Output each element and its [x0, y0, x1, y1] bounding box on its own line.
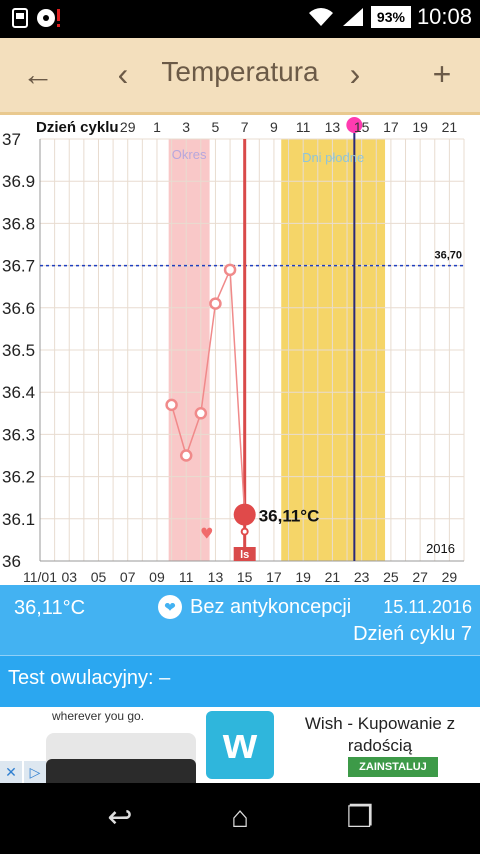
wish-logo-icon: w — [206, 711, 274, 779]
current-temperature-point — [233, 503, 256, 526]
fertile-band-label: Dni płodne — [302, 150, 364, 165]
y-tick-label: 36.5 — [2, 341, 35, 360]
cycle-tick-label: 29 — [120, 119, 136, 135]
contraception-label: Bez antykoncepcji — [190, 595, 352, 618]
adchoices-icon[interactable]: ▷ — [24, 761, 46, 783]
ad-title: Wish - Kupowanie z radością — [304, 714, 456, 755]
cycle-tick-label: 5 — [212, 119, 220, 135]
system-nav-bar: ↩ ⌂ ❐ — [0, 783, 480, 854]
temperature-point — [179, 449, 193, 462]
date-tick-label: 09 — [149, 569, 165, 585]
cycle-tick-label: 3 — [182, 119, 190, 135]
notification-icons — [12, 7, 62, 29]
date-tick-label: 07 — [120, 569, 136, 585]
y-tick-label: 36.7 — [2, 257, 35, 276]
temperature-point — [223, 263, 237, 277]
date-tick-label: 17 — [266, 569, 282, 585]
y-tick-label: 36.6 — [2, 299, 35, 318]
date-tick-label: 19 — [295, 569, 311, 585]
cycle-tick-label: 9 — [270, 119, 278, 135]
reference-line-label: 36,70 — [434, 250, 462, 262]
y-tick-label: 36.8 — [2, 214, 35, 233]
contraception-status[interactable]: ❤ Bez antykoncepcji — [158, 595, 351, 619]
date-tick-label: 11/01 — [23, 569, 57, 585]
date-tick-label: 15 — [237, 569, 253, 585]
cycle-tick-label: 21 — [442, 119, 458, 135]
nav-home-icon[interactable]: ⌂ — [210, 801, 270, 835]
cycle-tick-label: 7 — [241, 119, 249, 135]
y-tick-label: 36.3 — [2, 425, 35, 444]
add-icon[interactable]: + — [422, 54, 462, 94]
period-band-label: Okres — [172, 147, 207, 162]
date-tick-label: 11 — [179, 569, 194, 585]
previous-chevron-icon[interactable]: ‹ — [108, 54, 138, 94]
heart-icon: ❤ — [158, 595, 182, 619]
date-tick-label: 27 — [412, 569, 428, 585]
toolbar: ← ‹ Temperatura › + — [0, 38, 480, 115]
ovulation-test-row[interactable]: Test owulacyjny: – — [0, 655, 480, 707]
page-title: Temperatura — [161, 56, 319, 87]
year-label: 2016 — [426, 541, 455, 556]
close-ad-icon[interactable]: ✕ — [0, 761, 22, 783]
date-tick-label: 21 — [325, 569, 341, 585]
temperature-point — [165, 398, 178, 412]
next-chevron-icon[interactable]: › — [340, 54, 370, 94]
install-button[interactable]: ZAINSTALUJ — [348, 757, 438, 777]
temperature-point — [209, 297, 222, 310]
day-info-panel[interactable]: 36,11°C ❤ Bez antykoncepcji 15.11.2016 D… — [0, 585, 480, 655]
ad-tagline: wherever you go. — [52, 709, 145, 723]
temperature-chart[interactable]: Okres Dni płodne 37 36.9 36.8 36.7 36.6 36.5 36.… — [0, 115, 480, 585]
back-arrow-icon[interactable]: ← — [18, 54, 58, 94]
temperature-point — [194, 407, 208, 420]
nav-recents-icon[interactable]: ❐ — [330, 801, 390, 835]
app-notification-icon — [12, 8, 28, 28]
clock: 10:08 — [416, 4, 472, 29]
cycle-tick-label: 13 — [325, 119, 341, 135]
date-tick-label: 05 — [91, 569, 107, 585]
selected-temperature: 36,11°C — [14, 597, 86, 619]
status-bar: 93% 10:08 — [0, 0, 480, 38]
ad-device-image — [46, 733, 196, 783]
date-tick-label: 03 — [61, 569, 77, 585]
current-temperature-label: 36,11°C — [259, 507, 320, 526]
date-tick-label: 23 — [354, 569, 370, 585]
cycle-tick-label: 17 — [383, 119, 399, 135]
heart-icon: ♥ — [200, 525, 213, 543]
chart-svg[interactable]: Okres Dni płodne3736.936.836.736.636.536.… — [0, 115, 480, 585]
intercourse-marker-label: ls — [240, 549, 249, 561]
ad-choices[interactable]: ✕ ▷ — [0, 761, 46, 783]
y-tick-label: 36 — [2, 552, 21, 571]
cycle-tick-label: 15 — [354, 119, 370, 135]
secondary-point — [240, 527, 249, 536]
y-tick-label: 36.4 — [2, 383, 35, 402]
date-tick-label: 29 — [442, 569, 458, 585]
battery-icon: 93% — [370, 6, 411, 28]
y-tick-label: 36.1 — [2, 510, 35, 529]
cycle-tick-label: 11 — [296, 119, 311, 135]
cycle-day-axis-label: Dzień cyklu — [36, 119, 119, 136]
cycle-day: Dzień cyklu 7 — [353, 623, 472, 645]
selected-date: 15.11.2016 — [383, 597, 472, 617]
signal-icon — [342, 8, 363, 26]
alert-icon — [37, 9, 60, 27]
y-tick-label: 36.2 — [2, 468, 35, 487]
ovulation-test-label: Test owulacyjny: – — [8, 667, 171, 689]
ad-banner[interactable]: wherever you go. w Wish - Kupowanie z ra… — [0, 707, 480, 783]
y-tick-label: 36.9 — [2, 172, 35, 191]
cycle-tick-label: 19 — [412, 119, 428, 135]
nav-back-icon[interactable]: ↩ — [90, 801, 150, 835]
date-tick-label: 25 — [383, 569, 399, 585]
date-tick-label: 13 — [208, 569, 224, 585]
wifi-icon — [308, 8, 333, 26]
y-tick-label: 37 — [2, 130, 21, 149]
cycle-tick-label: 1 — [153, 119, 161, 135]
